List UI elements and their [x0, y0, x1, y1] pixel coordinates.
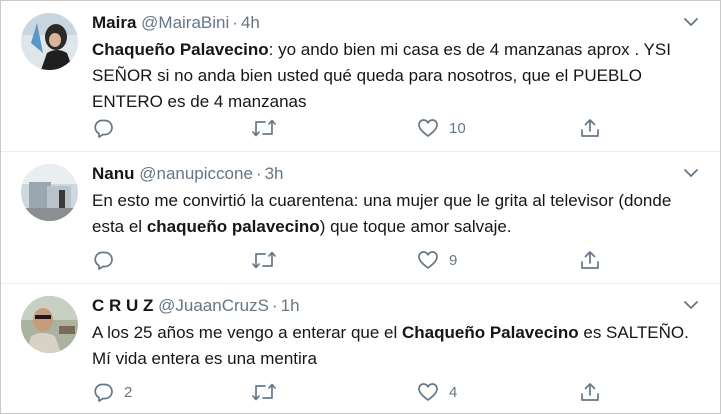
separator: · [271, 296, 278, 315]
tweet[interactable]: C R U Z @JuaanCruzS · 1h A los 25 años me … [1, 284, 720, 413]
share-icon [579, 381, 601, 403]
like-count: 4 [449, 383, 458, 401]
action-bar: 10 [1, 116, 720, 140]
tweet-list: Maira @MairaBini · 4h Chaqueño Palavecino:… [0, 0, 721, 414]
reply-button[interactable]: 2 [92, 380, 132, 404]
timestamp[interactable]: 3h [265, 164, 284, 183]
share-button[interactable] [579, 116, 601, 140]
heart-icon [417, 382, 439, 402]
handle[interactable]: @nanupiccone [139, 164, 253, 183]
tweet-header: Nanu @nanupiccone · 3h [92, 164, 284, 184]
chevron-down-icon[interactable] [682, 15, 700, 29]
share-button[interactable] [579, 248, 601, 272]
text-segment[interactable]: chaqueño palavecino [147, 217, 320, 236]
retweet-icon [251, 250, 277, 270]
chevron-down-icon[interactable] [682, 298, 700, 312]
like-count: 10 [449, 119, 466, 137]
reply-icon [92, 382, 114, 402]
share-button[interactable] [579, 380, 601, 404]
handle[interactable]: @MairaBini [141, 13, 229, 32]
reply-icon [92, 250, 114, 270]
like-button[interactable]: 10 [417, 116, 466, 140]
retweet-button[interactable] [251, 380, 287, 404]
tweet-text: En esto me convirtió la cuarentena: una … [92, 188, 706, 240]
avatar[interactable] [21, 164, 78, 221]
chevron-down-icon[interactable] [682, 166, 700, 180]
share-icon [579, 117, 601, 139]
display-name[interactable]: Maira [92, 13, 136, 32]
like-count: 9 [449, 251, 458, 269]
text-segment[interactable]: Chaqueño Palavecino [402, 323, 579, 342]
retweet-button[interactable] [251, 116, 287, 140]
text-segment[interactable]: Chaqueño Palavecino [92, 40, 269, 59]
like-button[interactable]: 9 [417, 248, 457, 272]
heart-icon [417, 118, 439, 138]
text-segment: A los 25 años me vengo a enterar que el [92, 323, 402, 342]
timestamp[interactable]: 4h [241, 13, 260, 32]
reply-button[interactable] [92, 116, 124, 140]
tweet[interactable]: Nanu @nanupiccone · 3h En esto me convirti… [1, 152, 720, 284]
action-bar: 9 [1, 248, 720, 272]
avatar[interactable] [21, 13, 78, 70]
reply-count: 2 [124, 383, 133, 401]
display-name[interactable]: C R U Z [92, 296, 153, 315]
timestamp[interactable]: 1h [281, 296, 300, 315]
tweet-text: Chaqueño Palavecino: yo ando bien mi cas… [92, 37, 706, 115]
separator: · [255, 164, 262, 183]
retweet-icon [251, 382, 277, 402]
handle[interactable]: @JuaanCruzS [158, 296, 269, 315]
text-segment: ) que toque amor salvaje. [319, 217, 512, 236]
tweet-header: Maira @MairaBini · 4h [92, 13, 260, 33]
retweet-icon [251, 118, 277, 138]
reply-button[interactable] [92, 248, 124, 272]
tweet-header: C R U Z @JuaanCruzS · 1h [92, 296, 300, 316]
action-bar: 2 4 [1, 380, 720, 404]
separator: · [232, 13, 238, 32]
display-name[interactable]: Nanu [92, 164, 135, 183]
avatar[interactable] [21, 296, 78, 353]
retweet-button[interactable] [251, 248, 287, 272]
tweet[interactable]: Maira @MairaBini · 4h Chaqueño Palavecino:… [1, 1, 720, 152]
heart-icon [417, 250, 439, 270]
tweet-text: A los 25 años me vengo a enterar que el … [92, 320, 706, 372]
share-icon [579, 249, 601, 271]
reply-icon [92, 118, 114, 138]
like-button[interactable]: 4 [417, 380, 457, 404]
